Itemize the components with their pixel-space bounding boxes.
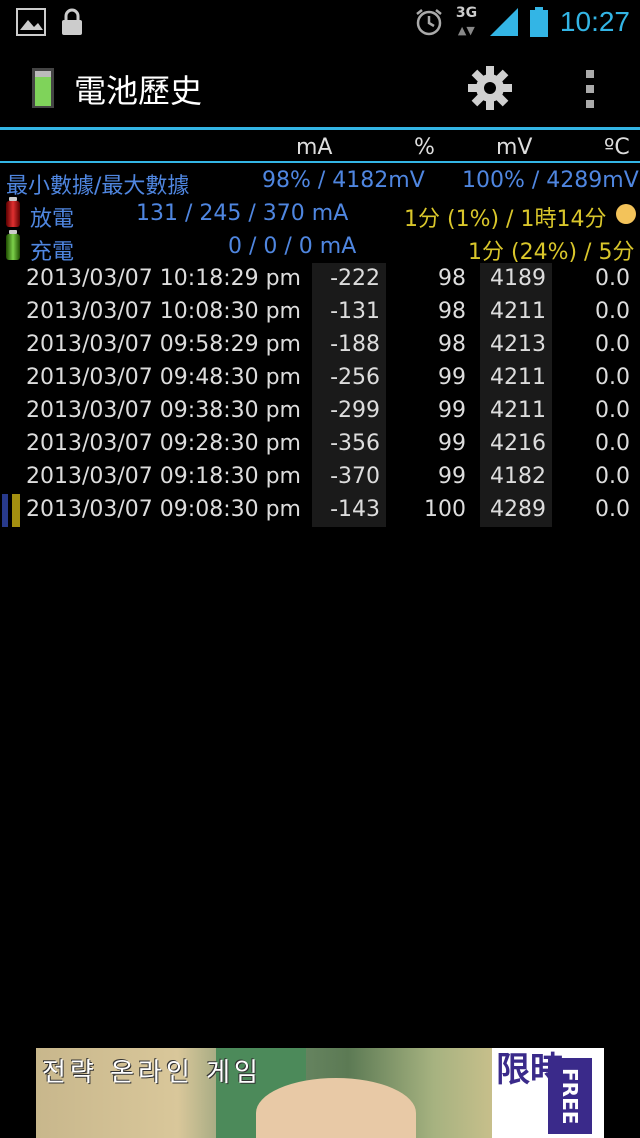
row-temp: 0.0 xyxy=(595,266,630,291)
row-date: 2013/03/07 09:38:30 pm xyxy=(26,398,301,423)
clock: 10:27 xyxy=(559,6,630,37)
row-percent: 98 xyxy=(438,332,466,357)
alarm-icon xyxy=(416,9,442,36)
row-temp: 0.0 xyxy=(595,497,630,522)
row-temp: 0.0 xyxy=(595,332,630,357)
ad-badge: 限時 FREE xyxy=(492,1048,604,1138)
network-type-indicator: 3G ▲▼ xyxy=(455,5,478,37)
row-percent: 99 xyxy=(438,431,466,456)
row-mv: 4211 xyxy=(480,395,552,428)
charge-state-marker xyxy=(12,494,20,527)
row-ma: -143 xyxy=(312,494,386,527)
ad-character-face xyxy=(256,1078,416,1138)
lock-icon xyxy=(62,8,82,35)
history-row[interactable]: 2013/03/07 09:38:30 pm -299 99 4211 0.0 xyxy=(0,395,640,428)
smiley-icon xyxy=(616,204,636,224)
header-divider xyxy=(0,161,640,163)
history-row[interactable]: 2013/03/07 09:58:29 pm -188 98 4213 0.0 xyxy=(0,329,640,362)
history-row[interactable]: 2013/03/07 09:08:30 pm -143 100 4289 0.0 xyxy=(0,494,640,527)
charge-ma: 0 / 0 / 0 mA xyxy=(228,234,357,259)
history-row[interactable]: 2013/03/07 09:18:30 pm -370 99 4182 0.0 xyxy=(0,461,640,494)
row-percent: 98 xyxy=(438,299,466,324)
charge-row: 充電 0 / 0 / 0 mA 1分 (24%) / 5分 xyxy=(0,230,640,265)
col-mv: mV xyxy=(496,135,533,160)
minmax-row: 最小數據/最大數據 98% / 4182mV 100% / 4289mV xyxy=(0,165,640,199)
row-date: 2013/03/07 09:08:30 pm xyxy=(26,497,301,522)
ad-badge-free: FREE xyxy=(548,1058,592,1134)
row-ma: -299 xyxy=(312,395,386,428)
row-date: 2013/03/07 09:48:30 pm xyxy=(26,365,301,390)
row-date: 2013/03/07 09:18:30 pm xyxy=(26,464,301,489)
col-ma: mA xyxy=(296,135,333,160)
row-mv: 4182 xyxy=(480,461,552,494)
row-ma: -256 xyxy=(312,362,386,395)
row-temp: 0.0 xyxy=(595,365,630,390)
column-header: mA % mV ºC xyxy=(0,130,640,162)
row-mv: 4211 xyxy=(480,296,552,329)
image-notification-icon xyxy=(16,8,46,36)
history-row[interactable]: 2013/03/07 10:18:29 pm -222 98 4189 0.0 xyxy=(0,263,640,296)
row-ma: -131 xyxy=(312,296,386,329)
row-ma: -370 xyxy=(312,461,386,494)
ad-banner[interactable]: 전략 온라인 게임 限時 FREE xyxy=(36,1048,604,1138)
charge-state-marker xyxy=(2,494,8,527)
row-mv: 4216 xyxy=(480,428,552,461)
row-temp: 0.0 xyxy=(595,398,630,423)
discharge-label: 放電 xyxy=(30,207,75,232)
row-percent: 98 xyxy=(438,266,466,291)
row-ma: -356 xyxy=(312,428,386,461)
battery-icon xyxy=(529,7,548,37)
gear-icon[interactable] xyxy=(466,64,514,112)
row-temp: 0.0 xyxy=(595,299,630,324)
col-percent: % xyxy=(414,135,435,160)
action-bar: 電池歷史 xyxy=(0,46,640,128)
row-temp: 0.0 xyxy=(595,431,630,456)
app-icon[interactable] xyxy=(32,68,54,108)
history-row[interactable]: 2013/03/07 09:48:30 pm -256 99 4211 0.0 xyxy=(0,362,640,395)
row-percent: 100 xyxy=(424,497,466,522)
row-date: 2013/03/07 09:58:29 pm xyxy=(26,332,301,357)
row-date: 2013/03/07 10:08:30 pm xyxy=(26,299,301,324)
discharge-time: 1分 (1%) / 1時14分 xyxy=(404,207,607,232)
app-title: 電池歷史 xyxy=(74,72,203,110)
history-row[interactable]: 2013/03/07 10:08:30 pm -131 98 4211 0.0 xyxy=(0,296,640,329)
row-date: 2013/03/07 09:28:30 pm xyxy=(26,431,301,456)
minmax-label: 最小數據/最大數據 xyxy=(6,174,190,199)
history-row[interactable]: 2013/03/07 09:28:30 pm -356 99 4216 0.0 xyxy=(0,428,640,461)
minmax-max: 100% / 4289mV xyxy=(462,168,639,193)
discharge-row: 放電 131 / 245 / 370 mA 1分 (1%) / 1時14分 xyxy=(0,197,640,232)
discharge-ma: 131 / 245 / 370 mA xyxy=(136,201,349,226)
row-ma: -188 xyxy=(312,329,386,362)
row-temp: 0.0 xyxy=(595,464,630,489)
col-temp: ºC xyxy=(604,135,630,160)
charge-label: 充電 xyxy=(30,240,75,265)
charge-battery-icon xyxy=(6,230,20,260)
discharge-battery-icon xyxy=(6,197,20,227)
status-bar: 3G ▲▼ 10:27 xyxy=(0,0,640,46)
row-percent: 99 xyxy=(438,464,466,489)
row-percent: 99 xyxy=(438,365,466,390)
row-mv: 4211 xyxy=(480,362,552,395)
row-mv: 4189 xyxy=(480,263,552,296)
row-ma: -222 xyxy=(312,263,386,296)
row-mv: 4213 xyxy=(480,329,552,362)
minmax-min: 98% / 4182mV xyxy=(262,168,425,193)
charge-time: 1分 (24%) / 5分 xyxy=(468,240,635,265)
row-mv: 4289 xyxy=(480,494,552,527)
row-percent: 99 xyxy=(438,398,466,423)
row-date: 2013/03/07 10:18:29 pm xyxy=(26,266,301,291)
overflow-menu-icon[interactable] xyxy=(586,70,596,108)
ad-text: 전략 온라인 게임 xyxy=(42,1058,262,1088)
signal-icon xyxy=(489,8,518,36)
